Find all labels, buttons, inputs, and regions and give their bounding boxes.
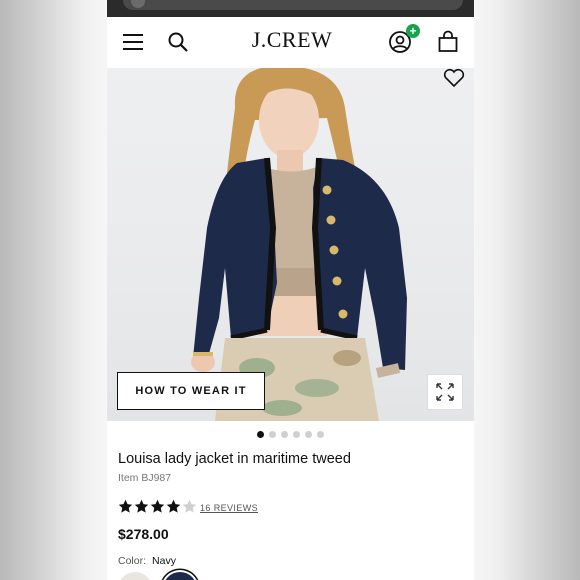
star-filled-icon xyxy=(150,499,165,513)
carousel-dot-active[interactable] xyxy=(257,431,264,438)
search-icon[interactable] xyxy=(166,30,190,54)
expand-icon xyxy=(436,383,454,401)
star-filled-icon xyxy=(118,499,133,513)
star-rating[interactable] xyxy=(118,499,197,514)
model-photo xyxy=(191,68,407,421)
jcrew-logo[interactable]: J.CREW xyxy=(242,27,342,53)
color-swatch-navy[interactable] xyxy=(163,572,197,580)
wishlist-heart-icon[interactable] xyxy=(443,68,465,88)
phone-screen: J.CREW + HOW TO WEAR IT Louisa lady jack… xyxy=(107,0,474,580)
product-image[interactable]: HOW TO WEAR IT xyxy=(107,68,474,421)
site-header: J.CREW + xyxy=(107,17,474,69)
item-number: Item BJ987 xyxy=(118,472,172,484)
color-selector-label: Color: Navy xyxy=(118,555,176,567)
address-bar[interactable] xyxy=(123,0,463,10)
how-to-wear-button[interactable]: HOW TO WEAR IT xyxy=(117,372,265,410)
star-empty-icon xyxy=(182,499,197,513)
color-swatch-light[interactable] xyxy=(118,572,152,580)
carousel-dot[interactable] xyxy=(317,431,324,438)
star-filled-icon xyxy=(166,499,181,513)
star-filled-icon xyxy=(134,499,149,513)
product-price: $278.00 xyxy=(118,526,169,542)
carousel-dots xyxy=(257,431,324,439)
menu-icon[interactable] xyxy=(121,30,145,54)
color-value: Navy xyxy=(152,555,176,567)
expand-image-button[interactable] xyxy=(427,374,463,410)
carousel-dot[interactable] xyxy=(281,431,288,438)
carousel-dot[interactable] xyxy=(293,431,300,438)
carousel-dot[interactable] xyxy=(269,431,276,438)
shopping-bag-icon[interactable] xyxy=(436,30,460,54)
carousel-dot[interactable] xyxy=(305,431,312,438)
account-badge: + xyxy=(406,24,420,38)
browser-bar xyxy=(107,0,474,17)
reviews-link[interactable]: 16 REVIEWS xyxy=(200,503,258,513)
color-label: Color: xyxy=(118,555,147,567)
product-title: Louisa lady jacket in maritime tweed xyxy=(118,451,351,467)
